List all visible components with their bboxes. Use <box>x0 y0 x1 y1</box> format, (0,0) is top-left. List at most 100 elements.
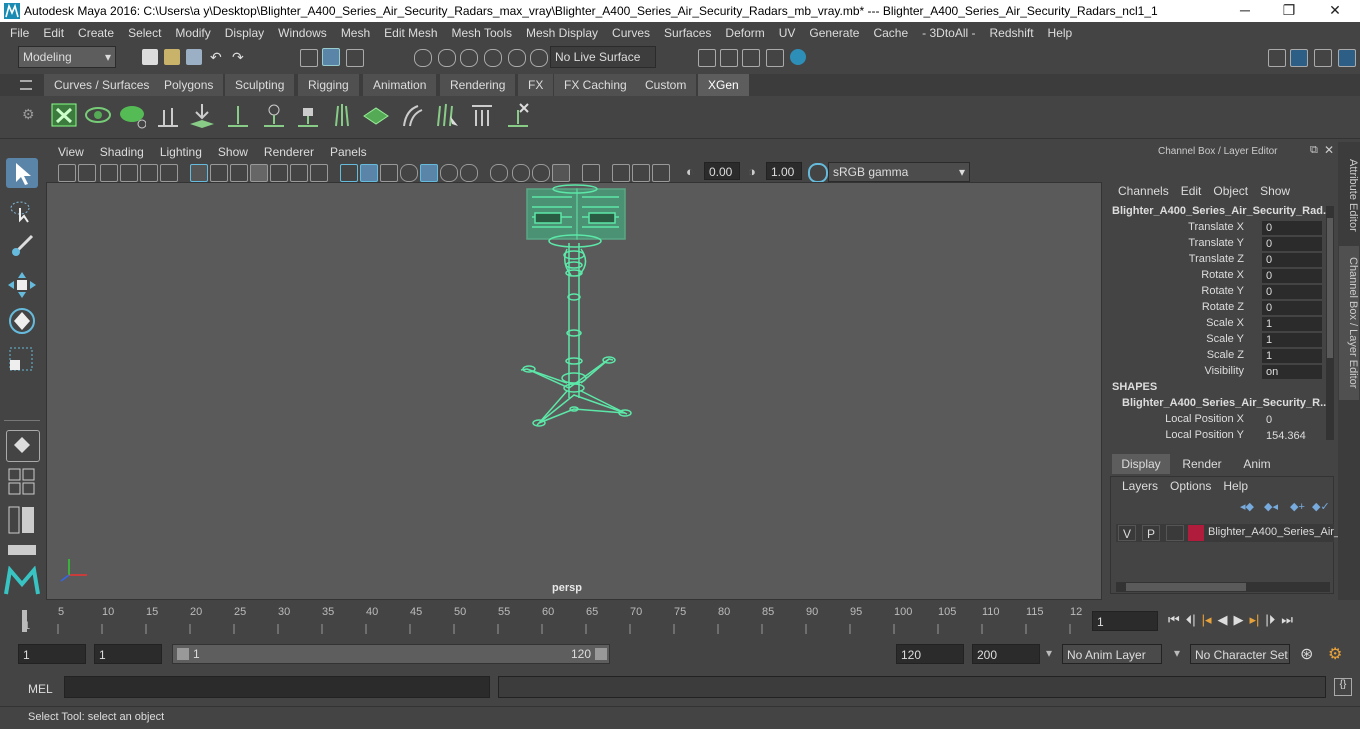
viewport-menu-panels[interactable]: Panels <box>322 142 375 162</box>
select-by-component-icon[interactable] <box>346 49 364 67</box>
layer-scroll-thumb[interactable] <box>1126 583 1246 591</box>
menu-uv[interactable]: UV <box>772 22 803 44</box>
attribute-editor-tab[interactable]: Attribute Editor <box>1339 150 1359 240</box>
select-tool-button[interactable] <box>6 158 38 188</box>
guide-mesh-icon[interactable] <box>362 100 390 130</box>
2d-pan-zoom-icon[interactable] <box>140 164 158 182</box>
layer-type-toggle[interactable] <box>1166 525 1184 541</box>
screen-space-ao-icon[interactable] <box>460 164 478 182</box>
shelf-tab-custom[interactable]: Custom <box>635 74 698 96</box>
animation-start-field[interactable]: 1 <box>18 644 86 664</box>
xray-joints-icon[interactable] <box>612 164 630 182</box>
script-editor-icon[interactable]: {} <box>1334 678 1352 696</box>
select-by-hierarchy-icon[interactable] <box>300 49 318 67</box>
minimize-button[interactable]: ─ <box>1230 2 1260 18</box>
make-live-icon[interactable] <box>530 49 548 67</box>
new-layer-icon[interactable]: ◆+ <box>1290 500 1305 513</box>
step-back-frame-icon[interactable]: ⏴| <box>1186 612 1196 628</box>
channel-scale-z[interactable]: Scale Z1 <box>1110 349 1322 365</box>
lock-guides-icon[interactable] <box>294 100 322 130</box>
scale-tool-button[interactable] <box>6 344 38 374</box>
layer-help-menu[interactable]: Help <box>1217 479 1254 493</box>
snap-to-point-icon[interactable] <box>460 49 478 67</box>
wireframe-icon[interactable] <box>340 164 358 182</box>
layer-tab-anim[interactable]: Anim <box>1232 454 1282 474</box>
smooth-shade-icon[interactable] <box>360 164 378 182</box>
viewport-menu-shading[interactable]: Shading <box>92 142 152 162</box>
use-all-lights-icon[interactable] <box>420 164 438 182</box>
anim-layer-dropdown[interactable]: No Anim Layer <box>1062 644 1162 664</box>
xgen-editor-icon[interactable] <box>50 100 78 130</box>
channel-box-scrollbar[interactable] <box>1326 206 1334 440</box>
render-current-frame-icon[interactable] <box>720 49 738 67</box>
channel-rotate-z[interactable]: Rotate Z0 <box>1110 301 1322 317</box>
select-guides-icon[interactable] <box>260 100 288 130</box>
move-tool-button[interactable] <box>6 270 38 300</box>
channel-translate-x[interactable]: Translate X0 <box>1110 221 1322 237</box>
shelf-tab-fx[interactable]: FX <box>518 74 555 96</box>
isolate-select-icon[interactable] <box>552 164 570 182</box>
range-end-handle[interactable] <box>595 648 607 660</box>
playback-start-field[interactable]: 1 <box>94 644 162 664</box>
channel-local-position-y[interactable]: Local Position Y 154.364 <box>1110 429 1322 445</box>
color-management-toggle-icon[interactable] <box>808 163 828 183</box>
edit-menu[interactable]: Edit <box>1175 184 1208 198</box>
single-perspective-layout-button[interactable] <box>6 430 40 462</box>
range-start-handle[interactable] <box>177 648 189 660</box>
snap-to-surface-icon[interactable] <box>508 49 526 67</box>
shelf-settings-icon[interactable]: ⚙ <box>22 106 35 123</box>
undo-icon[interactable]: ↶ <box>210 49 226 65</box>
range-slider[interactable]: 1 120 <box>172 644 610 664</box>
xgen-visibility-icon[interactable] <box>118 100 146 130</box>
playback-end-field[interactable]: 120 <box>896 644 964 664</box>
menu-help[interactable]: Help <box>1041 22 1080 44</box>
shadows-icon[interactable] <box>440 164 458 182</box>
channel-rotate-y[interactable]: Rotate Y0 <box>1110 285 1322 301</box>
layer-color-swatch[interactable] <box>1188 525 1204 541</box>
menu-cache[interactable]: Cache <box>866 22 915 44</box>
character-set-dropdown[interactable]: No Character Set <box>1190 644 1290 664</box>
paint-select-tool-button[interactable] <box>6 232 38 262</box>
channel-scale-x[interactable]: Scale X1 <box>1110 317 1322 333</box>
3dtoall-logo[interactable] <box>4 565 40 596</box>
persp-outliner-layout-button[interactable] <box>8 506 36 534</box>
menu-redshift[interactable]: Redshift <box>983 22 1041 44</box>
shelf-tab-rigging[interactable]: Rigging <box>298 74 360 96</box>
hypershade-icon[interactable] <box>790 49 806 65</box>
channel-visibility[interactable]: Visibility on <box>1110 365 1322 381</box>
move-layer-up-icon[interactable]: ◂◆ <box>1240 500 1254 513</box>
go-to-start-icon[interactable]: ⏮ <box>1168 612 1180 628</box>
auto-key-icon[interactable]: ⊛ <box>1300 644 1313 664</box>
guide-sculpt-icon[interactable] <box>328 100 356 130</box>
menu-3dtoall[interactable]: - 3DtoAll - <box>915 22 982 44</box>
snap-to-view-plane-icon[interactable] <box>484 49 502 67</box>
menu-deform[interactable]: Deform <box>718 22 771 44</box>
play-backwards-icon[interactable]: ◀ <box>1218 612 1228 628</box>
layer-row[interactable]: V P Blighter_A400_Series_Air_ <box>1116 524 1340 542</box>
layer-horizontal-scrollbar[interactable] <box>1116 582 1330 592</box>
shelf-menu-icon[interactable] <box>20 80 32 90</box>
guide-select-grass-icon[interactable] <box>432 100 460 130</box>
float-panel-icon[interactable]: ⧉ <box>1310 144 1318 157</box>
wireframe-on-shaded-icon[interactable] <box>380 164 398 182</box>
render-settings-icon[interactable] <box>698 49 716 67</box>
step-forward-frame-icon[interactable]: |⏵ <box>1265 612 1275 628</box>
camera-attributes-icon[interactable] <box>78 164 96 182</box>
object-name[interactable]: Blighter_A400_Series_Air_Security_Rad... <box>1112 205 1332 217</box>
depth-of-field-icon[interactable] <box>532 164 550 182</box>
snap-to-grid-icon[interactable] <box>414 49 432 67</box>
viewport-menu-show[interactable]: Show <box>210 142 256 162</box>
layers-menu[interactable]: Layers <box>1116 479 1164 493</box>
new-scene-icon[interactable] <box>142 49 158 65</box>
animation-preferences-icon[interactable]: ⚙ <box>1328 644 1342 664</box>
close-button[interactable]: ✕ <box>1320 2 1350 19</box>
channels-menu[interactable]: Channels <box>1112 184 1175 198</box>
restore-button[interactable]: ❐ <box>1274 2 1304 19</box>
open-scene-icon[interactable] <box>164 49 180 65</box>
script-language-label[interactable]: MEL <box>28 682 53 696</box>
image-plane-icon[interactable] <box>120 164 138 182</box>
time-slider[interactable]: 5 10 15 20 25 30 35 40 45 50 55 60 65 70… <box>18 606 1086 634</box>
new-layer-selected-icon[interactable]: ◆✓ <box>1312 500 1330 513</box>
rotate-tool-button[interactable] <box>6 306 38 336</box>
lasso-tool-button[interactable] <box>6 196 38 226</box>
